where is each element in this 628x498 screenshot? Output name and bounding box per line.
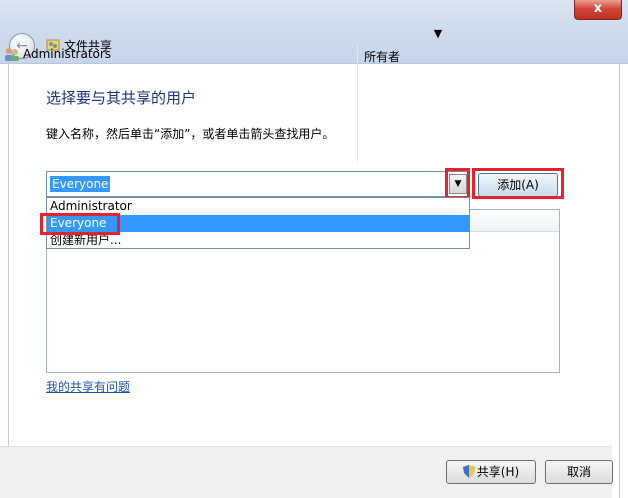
highlight-everyone-box	[40, 213, 120, 235]
share-button[interactable]: 共享(H)	[446, 460, 536, 484]
close-button[interactable]: x	[574, 0, 622, 20]
cancel-button[interactable]: 取消	[545, 460, 613, 484]
table-row[interactable]: Administrators	[4, 47, 111, 61]
shield-icon	[462, 465, 475, 478]
dropdown-arrow-icon[interactable]: ▼	[425, 24, 451, 44]
help-link[interactable]: 我的共享有问题	[46, 378, 130, 395]
user-group-icon	[5, 48, 19, 61]
combo-value: Everyone	[50, 176, 111, 192]
instruction-text: 键入名称，然后单击“添加”，或者单击箭头查找用户。	[46, 127, 335, 141]
highlight-add-box	[472, 168, 564, 199]
column-divider	[357, 44, 358, 162]
user-permission: 所有者	[364, 50, 401, 64]
user-name-combobox[interactable]: Everyone ▼	[46, 171, 470, 197]
page-heading: 选择要与其共享的用户	[46, 89, 197, 107]
highlight-arrow-box	[445, 168, 470, 199]
user-name: Administrators	[23, 47, 112, 61]
